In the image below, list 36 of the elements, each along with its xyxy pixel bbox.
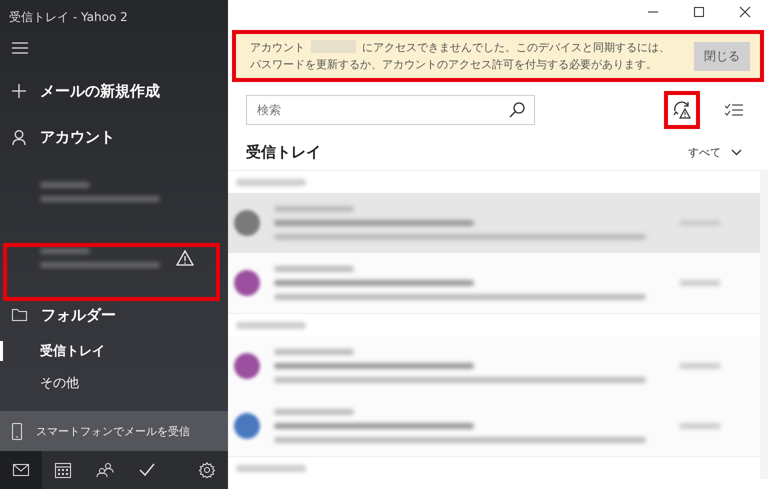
banner-message: アカウント にアクセスできませんでした。このデバイスと同期するには、パスワードを更新するか、アカウントのアクセス許可を付与する必要があります。 <box>250 39 671 73</box>
calendar-icon <box>55 462 71 478</box>
menu-icon[interactable] <box>12 42 28 54</box>
search-field[interactable]: 検索 <box>246 95 535 125</box>
smartphone-icon <box>12 422 22 440</box>
selection-indicator <box>0 341 3 361</box>
mail-icon <box>13 464 29 476</box>
filter-dropdown[interactable]: すべて <box>682 144 748 160</box>
window-title: 受信トレイ - Yahoo 2 <box>8 9 129 26</box>
promo-bar[interactable]: スマートフォンでメールを受信 <box>0 411 228 451</box>
blurred-date <box>680 423 720 429</box>
chevron-down-icon <box>731 148 742 156</box>
blurred-group-header <box>236 464 306 472</box>
blurred-group-header <box>236 178 306 186</box>
search-icon <box>509 102 525 118</box>
people-icon <box>96 462 114 478</box>
blurred-date <box>680 280 720 286</box>
new-mail-link[interactable]: メールの新規作成 <box>40 82 160 100</box>
mail-nav-button[interactable] <box>0 451 42 489</box>
folder-item[interactable]: 受信トレイ <box>0 335 228 367</box>
folder-icon <box>12 309 27 321</box>
checkmark-icon <box>139 463 155 477</box>
close-button[interactable]: 閉じる <box>694 42 750 70</box>
folders-label[interactable]: フォルダー <box>41 306 116 324</box>
accounts-label[interactable]: アカウント <box>40 128 115 146</box>
checklist-icon <box>725 103 743 117</box>
settings-icon <box>199 462 215 478</box>
folder-item[interactable]: その他 <box>0 367 228 399</box>
warning-icon <box>176 250 194 266</box>
folder-title: 受信トレイ <box>246 142 321 162</box>
person-icon <box>12 130 26 144</box>
plus-icon <box>12 84 26 98</box>
blurred-date <box>680 363 720 369</box>
sync-warning-button[interactable] <box>664 91 700 129</box>
blurred-group-header <box>236 322 306 328</box>
sync-warning-icon <box>672 101 692 119</box>
